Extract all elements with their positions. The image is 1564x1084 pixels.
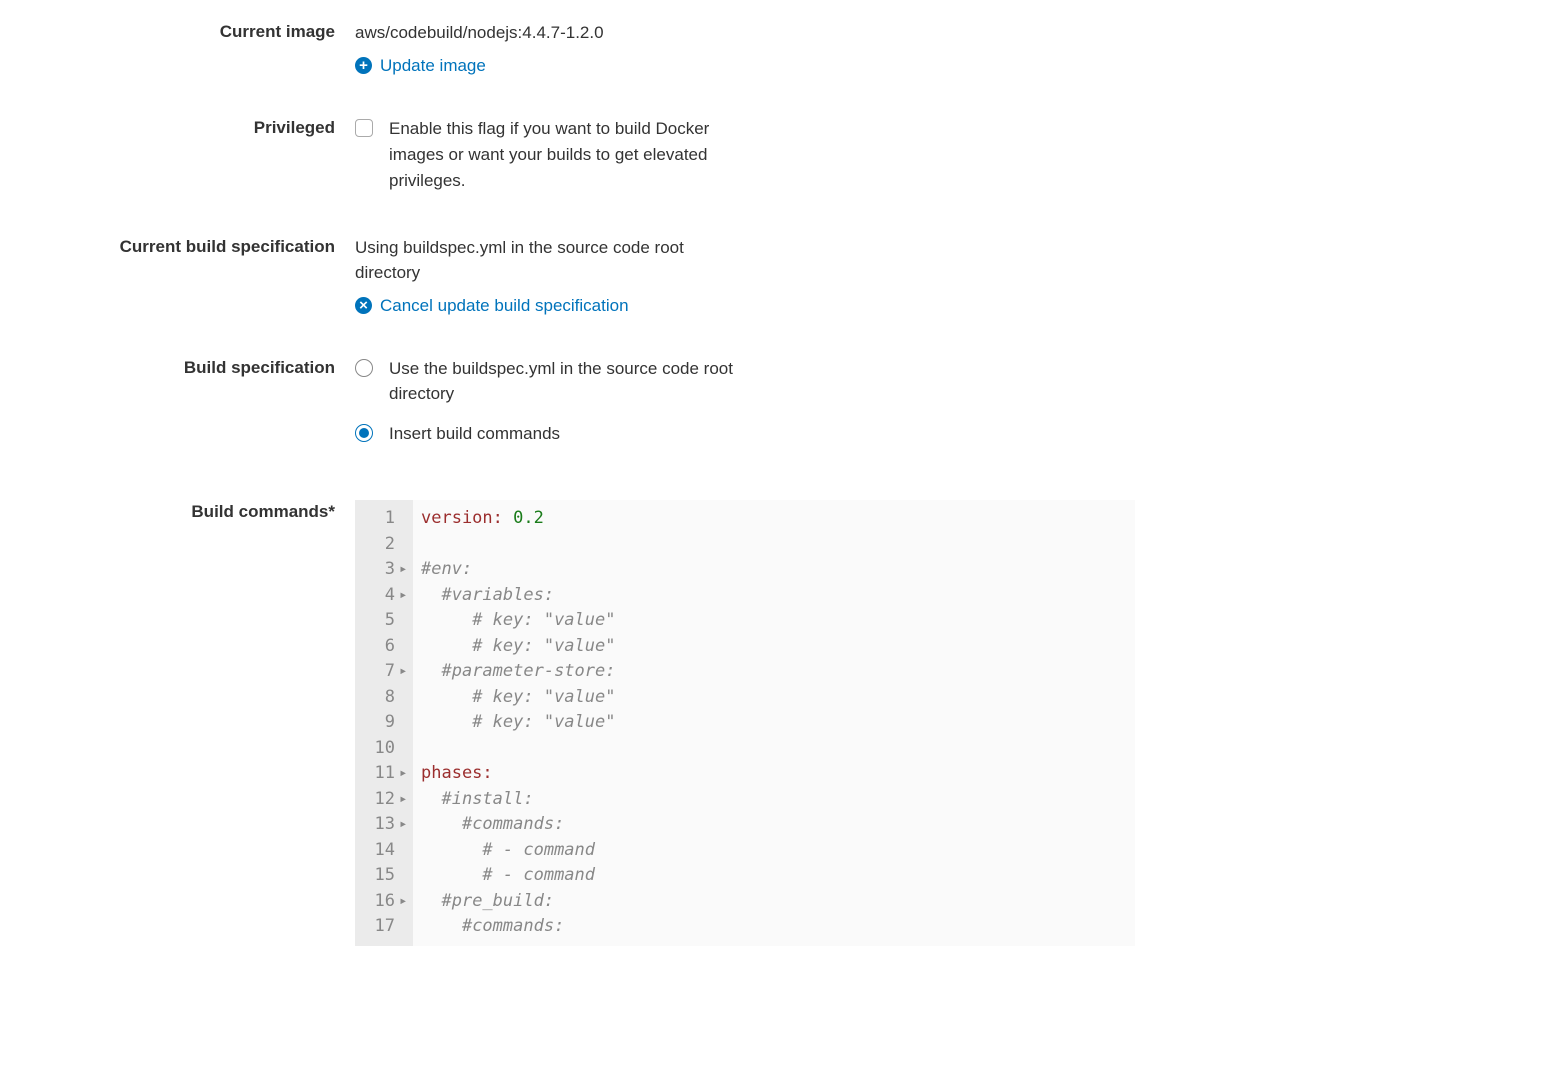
gutter-line: 10 — [367, 736, 407, 762]
current-image-value: aws/codebuild/nodejs:4.4.7-1.2.0 — [355, 20, 1135, 46]
build-commands-content: 123▸4▸567▸891011▸12▸13▸141516▸17 version… — [355, 500, 1135, 946]
gutter-line: 16▸ — [367, 889, 407, 915]
code-line[interactable]: #commands: — [421, 914, 1127, 940]
buildspec-radio-insert-commands[interactable]: Insert build commands — [355, 421, 1135, 447]
gutter-line: 5 — [367, 608, 407, 634]
gutter-line: 13▸ — [367, 812, 407, 838]
gutter-line: 2 — [367, 532, 407, 558]
gutter-line: 3▸ — [367, 557, 407, 583]
privileged-row: Privileged Enable this flag if you want … — [0, 116, 1564, 195]
build-commands-row: Build commands* 123▸4▸567▸891011▸12▸13▸1… — [0, 500, 1564, 946]
buildspec-option-0: Use the buildspec.yml in the source code… — [389, 356, 739, 407]
buildspec-content: Use the buildspec.yml in the source code… — [355, 356, 1135, 461]
current-image-label: Current image — [0, 20, 355, 42]
code-line[interactable]: #pre_build: — [421, 889, 1127, 915]
gutter-line: 7▸ — [367, 659, 407, 685]
current-buildspec-label: Current build specification — [0, 235, 355, 257]
code-line[interactable] — [421, 532, 1127, 558]
buildspec-radio-use-yml[interactable]: Use the buildspec.yml in the source code… — [355, 356, 1135, 407]
current-image-content: aws/codebuild/nodejs:4.4.7-1.2.0 Update … — [355, 20, 1135, 76]
code-line[interactable]: #env: — [421, 557, 1127, 583]
code-line[interactable]: phases: — [421, 761, 1127, 787]
code-gutter: 123▸4▸567▸891011▸12▸13▸141516▸17 — [355, 500, 413, 946]
current-buildspec-value: Using buildspec.yml in the source code r… — [355, 235, 725, 286]
gutter-line: 15 — [367, 863, 407, 889]
privileged-description: Enable this flag if you want to build Do… — [389, 116, 749, 195]
gutter-line: 14 — [367, 838, 407, 864]
code-line[interactable]: version: 0.2 — [421, 506, 1127, 532]
privileged-content: Enable this flag if you want to build Do… — [355, 116, 1135, 195]
gutter-line: 6 — [367, 634, 407, 660]
radio-unchecked[interactable] — [355, 359, 373, 377]
x-circle-icon — [355, 297, 372, 314]
gutter-line: 12▸ — [367, 787, 407, 813]
current-buildspec-row: Current build specification Using builds… — [0, 235, 1564, 316]
code-line[interactable]: #variables: — [421, 583, 1127, 609]
gutter-line: 8 — [367, 685, 407, 711]
update-image-link[interactable]: Update image — [355, 56, 1135, 76]
code-line[interactable]: #parameter-store: — [421, 659, 1127, 685]
code-line[interactable]: # key: "value" — [421, 608, 1127, 634]
code-line[interactable]: # - command — [421, 838, 1127, 864]
code-line[interactable]: #commands: — [421, 812, 1127, 838]
gutter-line: 4▸ — [367, 583, 407, 609]
plus-circle-icon — [355, 57, 372, 74]
build-commands-label: Build commands* — [0, 500, 355, 522]
buildspec-label: Build specification — [0, 356, 355, 378]
cancel-update-buildspec-text: Cancel update build specification — [380, 296, 629, 316]
code-body[interactable]: version: 0.2 #env: #variables: # key: "va… — [413, 500, 1135, 946]
code-line[interactable]: #install: — [421, 787, 1127, 813]
code-line[interactable]: # key: "value" — [421, 685, 1127, 711]
code-line[interactable] — [421, 736, 1127, 762]
buildspec-option-1: Insert build commands — [389, 421, 560, 447]
privileged-checkbox[interactable] — [355, 119, 373, 137]
gutter-line: 1 — [367, 506, 407, 532]
update-image-link-text: Update image — [380, 56, 486, 76]
current-image-row: Current image aws/codebuild/nodejs:4.4.7… — [0, 20, 1564, 76]
code-line[interactable]: # key: "value" — [421, 634, 1127, 660]
privileged-label: Privileged — [0, 116, 355, 138]
code-editor[interactable]: 123▸4▸567▸891011▸12▸13▸141516▸17 version… — [355, 500, 1135, 946]
code-line[interactable]: # key: "value" — [421, 710, 1127, 736]
code-line[interactable]: # - command — [421, 863, 1127, 889]
cancel-update-buildspec-link[interactable]: Cancel update build specification — [355, 296, 1135, 316]
radio-checked[interactable] — [355, 424, 373, 442]
gutter-line: 9 — [367, 710, 407, 736]
gutter-line: 17 — [367, 914, 407, 940]
buildspec-row: Build specification Use the buildspec.ym… — [0, 356, 1564, 461]
current-buildspec-content: Using buildspec.yml in the source code r… — [355, 235, 1135, 316]
gutter-line: 11▸ — [367, 761, 407, 787]
